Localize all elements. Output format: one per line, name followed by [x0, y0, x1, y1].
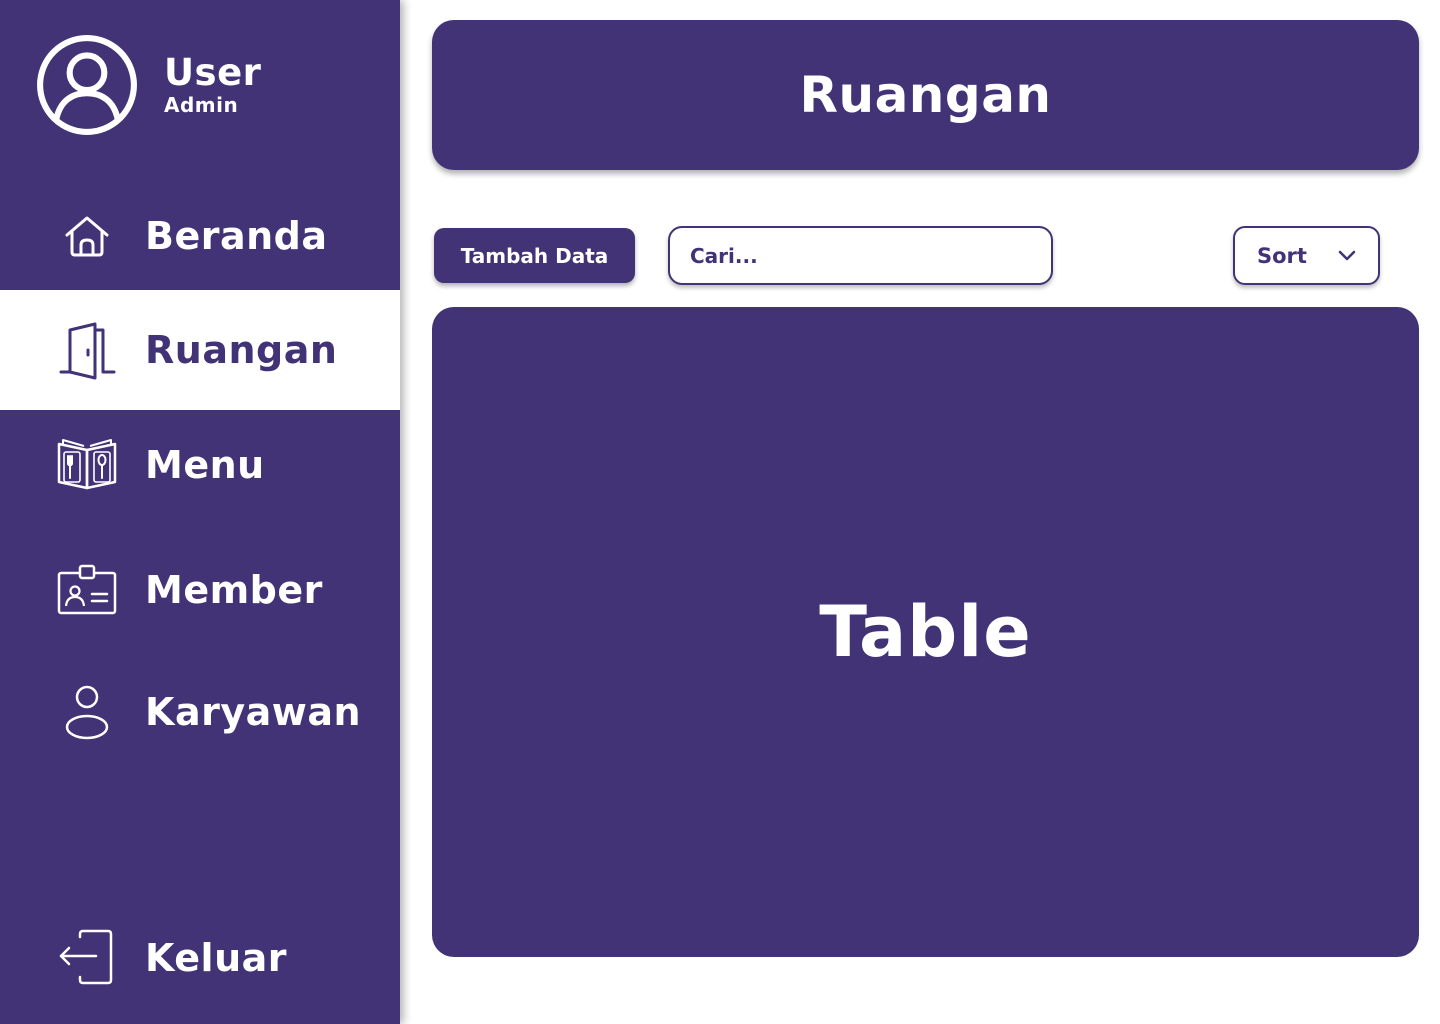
user-circle-icon: [37, 35, 137, 135]
sidebar-item-ruangan[interactable]: Ruangan: [0, 290, 400, 410]
user-profile: User Admin: [36, 34, 261, 136]
page-title: Ruangan: [799, 66, 1052, 124]
logout-icon: [56, 927, 118, 989]
sidebar-item-menu[interactable]: Menu: [0, 405, 400, 525]
search-input[interactable]: [668, 226, 1053, 285]
home-icon: [56, 205, 118, 267]
sidebar-item-label: Member: [145, 568, 323, 612]
sort-label: Sort: [1257, 243, 1307, 268]
sidebar-item-label: Karyawan: [145, 690, 362, 734]
person-icon: [56, 681, 118, 743]
sidebar-item-label: Menu: [145, 443, 265, 487]
user-role: Admin: [164, 93, 239, 117]
sidebar: User Admin Beranda Ruangan Menu Member K…: [0, 0, 400, 1024]
menu-book-icon: [56, 434, 118, 496]
logout-button[interactable]: Keluar: [0, 898, 400, 1018]
logout-label: Keluar: [145, 936, 288, 980]
sidebar-item-label: Ruangan: [145, 328, 338, 372]
sidebar-item-beranda[interactable]: Beranda: [0, 176, 400, 296]
add-data-button[interactable]: Tambah Data: [434, 228, 635, 283]
chevron-down-icon: [1338, 250, 1356, 261]
table-placeholder: Table: [819, 591, 1032, 673]
user-name: User: [164, 51, 262, 94]
page-header: Ruangan: [432, 20, 1419, 170]
sidebar-item-label: Beranda: [145, 214, 328, 258]
sidebar-item-member[interactable]: Member: [0, 530, 400, 650]
user-text: User Admin: [164, 51, 262, 118]
data-table: Table: [432, 307, 1419, 957]
door-icon: [56, 319, 118, 381]
sort-dropdown[interactable]: Sort: [1233, 226, 1380, 285]
sidebar-item-karyawan[interactable]: Karyawan: [0, 652, 400, 772]
id-card-icon: [56, 559, 118, 621]
